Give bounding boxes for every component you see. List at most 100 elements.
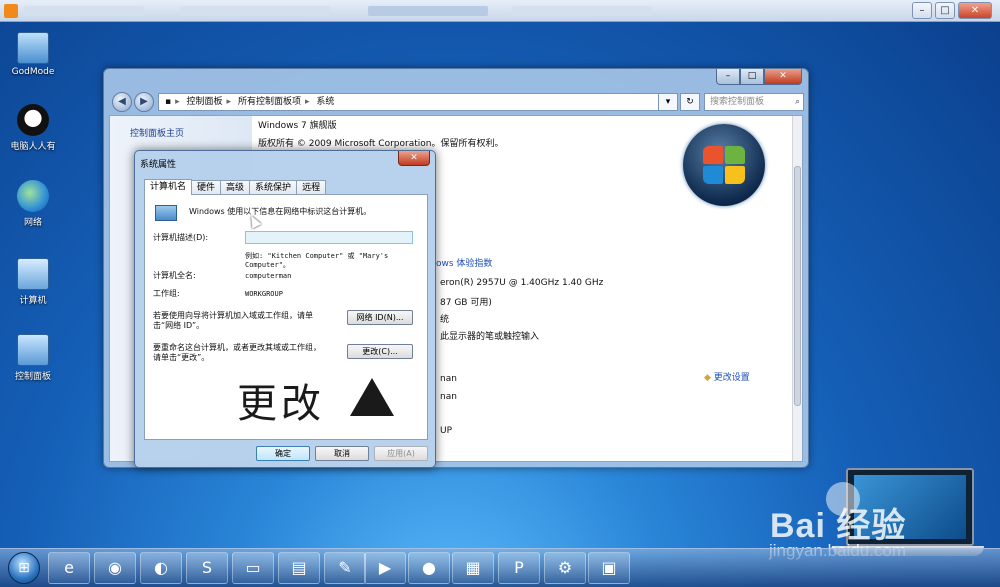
desktop-icon-label: GodMode <box>11 67 55 77</box>
scrollbar-thumb[interactable] <box>794 166 801 406</box>
search-input[interactable]: 搜索控制面板 ⌕ <box>704 93 804 111</box>
paint-icon[interactable]: ✎ <box>324 552 366 584</box>
breadcrumb-icon: ▪ <box>165 97 172 107</box>
sidebar-home-link[interactable]: 控制面板主页 <box>130 126 184 139</box>
refresh-icon[interactable]: ↻ <box>680 93 700 111</box>
logo-quadrant <box>703 166 723 184</box>
tab-remote[interactable]: 远程 <box>296 180 327 195</box>
computer-name-panel: Windows 使用以下信息在网络中标识这台计算机。 计算机描述(D): 例如:… <box>144 194 428 440</box>
full-name-value: computerman <box>245 272 292 280</box>
change-settings-label: 更改设置 <box>713 373 750 383</box>
experience-index-link[interactable]: ows 体验指数 <box>436 256 492 269</box>
tab-strip: 计算机名 硬件 高级 系统保护 远程 <box>144 179 327 195</box>
system-icon[interactable]: ▣ <box>588 552 630 584</box>
breadcrumb-item[interactable]: 控制面板 <box>187 97 223 107</box>
sogou-icon[interactable]: S <box>186 552 228 584</box>
workgroup-value: WORKGROUP <box>245 290 283 298</box>
navigation-bar: ◀ ▶ ▪ ▸ 控制面板 ▸ 所有控制面板项 ▸ 系统 ▾ ↻ 搜索控制面板 ⌕ <box>110 91 804 113</box>
desktop-icon-computer[interactable]: 计算机 <box>6 258 60 306</box>
chrome-icon[interactable]: ◉ <box>94 552 136 584</box>
settings-icon[interactable]: ⚙ <box>544 552 586 584</box>
tab-computer-name[interactable]: 计算机名 <box>144 179 193 195</box>
rename-text: 要重命名这台计算机，或者更改其域或工作组， <box>153 343 321 352</box>
pen-touch-value: 此显示器的笔或触控输入 <box>440 332 540 342</box>
desktop-icon-label: 计算机 <box>19 296 47 306</box>
ie-icon[interactable]: e <box>48 552 90 584</box>
dropdown-icon[interactable]: ▾ <box>658 93 678 111</box>
logo-quadrant <box>703 146 723 164</box>
close-button[interactable]: ✕ <box>764 69 802 85</box>
minimize-button[interactable]: – <box>716 69 740 85</box>
app-icon <box>4 4 18 18</box>
breadcrumb-item[interactable]: 所有控制面板项 <box>238 97 301 107</box>
copyright-text: 版权所有 © 2009 Microsoft Corporation。保留所有权利… <box>258 139 504 149</box>
ram-value: 87 GB 可用) <box>440 298 492 308</box>
intro-text: Windows 使用以下信息在网络中标识这台计算机。 <box>189 207 372 216</box>
folder-icon[interactable]: ▤ <box>278 552 320 584</box>
blurred-title <box>368 6 488 16</box>
system-type-value: 统 <box>440 315 450 325</box>
description-label: 计算机描述(D): <box>153 233 209 242</box>
maximize-button[interactable]: □ <box>740 69 764 85</box>
minimize-button[interactable]: – <box>912 2 932 19</box>
network-id-text-2: 击“网络 ID”。 <box>153 321 205 330</box>
processor-value: eron(R) 2957U @ 1.40GHz 1.40 GHz <box>440 278 604 288</box>
change-button[interactable]: 更改(C)... <box>347 344 413 359</box>
blurred-title <box>512 6 652 16</box>
dialog-title: 系统属性 <box>140 160 177 170</box>
close-button[interactable]: ✕ <box>958 2 992 19</box>
cancel-button[interactable]: 取消 <box>315 446 369 461</box>
desktop-icon-godmode[interactable]: GodMode <box>6 32 60 77</box>
vertical-scrollbar[interactable] <box>792 116 802 461</box>
tab-system-protection[interactable]: 系统保护 <box>249 180 298 195</box>
desktop-icon-label: 控制面板 <box>14 372 51 382</box>
change-settings-link[interactable]: ◆ 更改设置 <box>704 370 750 383</box>
maximize-button[interactable]: □ <box>935 2 955 19</box>
computer-name-value: nan <box>440 374 457 384</box>
computer-description-input[interactable] <box>245 231 413 244</box>
breadcrumb-item[interactable]: 系统 <box>316 97 334 107</box>
desktop-icon-network[interactable]: 网络 <box>6 180 60 228</box>
baidu-watermark-logo: Bai 经验 <box>770 507 907 545</box>
workgroup-label: 工作组: <box>153 289 180 298</box>
rename-text-2: 请单击“更改”。 <box>153 353 210 362</box>
back-icon[interactable]: ◀ <box>112 92 132 112</box>
apply-button[interactable]: 应用(A) <box>374 446 428 461</box>
panda-icon <box>17 104 49 136</box>
taskbar: ⊞ e ◉ ◐ S ▭ ▤ ✎ ▶ ● ▦ P ⚙ ▣ <box>0 548 1000 587</box>
control-panel-taskbar-icon[interactable]: ▦ <box>452 552 494 584</box>
blurred-title <box>180 6 330 16</box>
desktop-icon-label: 电脑人人有 <box>10 142 56 152</box>
logo-quadrant <box>725 166 745 184</box>
control-panel-icon <box>17 334 49 366</box>
windows-edition: Windows 7 旗舰版 <box>258 121 337 131</box>
annotation-arrow-icon <box>350 378 394 416</box>
computer-icon <box>17 258 49 290</box>
network-id-text: 若要使用向导将计算机加入域或工作组，请单 <box>153 311 313 320</box>
tab-hardware[interactable]: 硬件 <box>191 180 222 195</box>
network-icon <box>17 180 49 212</box>
tab-advanced[interactable]: 高级 <box>220 180 251 195</box>
desktop-icon-label: 网络 <box>23 218 42 228</box>
forward-icon[interactable]: ▶ <box>134 92 154 112</box>
ok-button[interactable]: 确定 <box>256 446 310 461</box>
desktop-icon-control-panel[interactable]: 控制面板 <box>6 334 60 382</box>
media-player-icon[interactable]: ▶ <box>364 552 406 584</box>
network-id-button[interactable]: 网络 ID(N)... <box>347 310 413 325</box>
desktop-icon-panda[interactable]: 电脑人人有 <box>6 104 60 152</box>
address-bar[interactable]: ▪ ▸ 控制面板 ▸ 所有控制面板项 ▸ 系统 <box>158 93 678 111</box>
full-name-value: nan <box>440 392 457 402</box>
system-properties-dialog: 系统属性 ✕ 计算机名 硬件 高级 系统保护 远程 Windows 使用以下信息… <box>134 150 436 468</box>
game-icon[interactable]: ● <box>408 552 450 584</box>
blurred-title <box>24 6 144 16</box>
start-button[interactable]: ⊞ <box>8 552 40 584</box>
logo-quadrant <box>725 146 745 164</box>
dialog-close-button[interactable]: ✕ <box>398 151 430 166</box>
notes-icon[interactable]: ▭ <box>232 552 274 584</box>
p-app-icon[interactable]: P <box>498 552 540 584</box>
search-icon: ⌕ <box>794 97 800 107</box>
browser-icon[interactable]: ◐ <box>140 552 182 584</box>
search-placeholder: 搜索控制面板 <box>710 97 765 107</box>
window-controls: – □ ✕ <box>716 69 802 85</box>
example-text-2: Computer"。 <box>245 261 290 269</box>
